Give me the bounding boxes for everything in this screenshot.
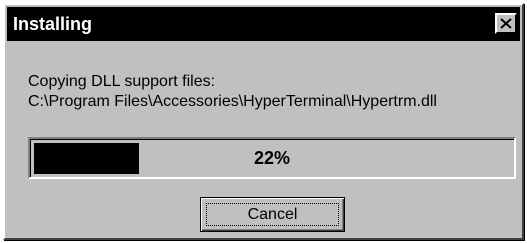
close-icon <box>500 18 512 29</box>
progress-percent-label: 22% <box>253 148 291 168</box>
status-message: Copying DLL support files: C:\Program Fi… <box>28 72 437 112</box>
progress-bar: 22% <box>28 137 516 179</box>
status-line-1: Copying DLL support files: <box>28 73 216 90</box>
dialog-title: Installing <box>13 14 93 34</box>
status-line-2: C:\Program Files\Accessories\HyperTermin… <box>28 93 437 110</box>
close-button[interactable] <box>495 13 517 34</box>
title-bar[interactable]: Installing <box>7 7 520 41</box>
cancel-button-label: Cancel <box>247 206 298 223</box>
cancel-button[interactable]: Cancel <box>200 197 345 232</box>
installing-dialog: Installing Copying DLL support files: C:… <box>3 3 524 240</box>
